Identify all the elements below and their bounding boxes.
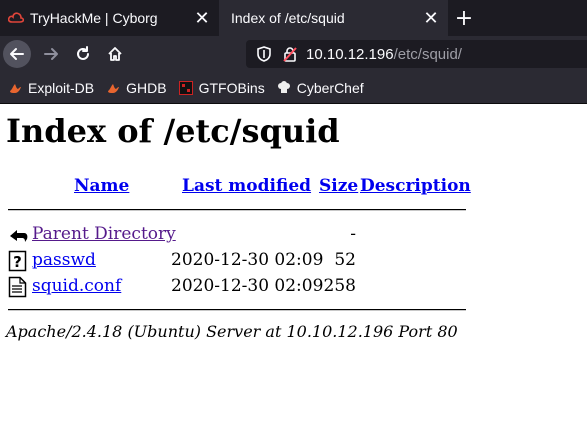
bookmark-label: GTFOBins: [198, 79, 265, 96]
bookmark-label: CyberChef: [296, 79, 364, 96]
row-date: 2020-12-30 02:09: [171, 276, 324, 296]
gtfobins-icon: [178, 80, 193, 95]
unknown-file-icon: ?: [8, 250, 28, 272]
reload-button[interactable]: [69, 40, 97, 68]
tab-title: TryHackMe | Cyborg: [30, 10, 158, 26]
table-row: ? passwd 2020-12-30 02:09 52: [6, 250, 466, 272]
arrow-right-icon: [44, 48, 58, 60]
sort-by-modified-link[interactable]: Last modified: [182, 176, 311, 196]
page-title: Index of /etc/squid: [6, 112, 340, 150]
back-icon: [8, 224, 28, 246]
sort-by-size-link[interactable]: Size: [319, 176, 358, 196]
new-tab-icon[interactable]: +: [452, 6, 476, 31]
navigation-bar: 10.10.12.196/etc/squid/: [0, 36, 587, 72]
row-date: 2020-12-30 02:09: [171, 250, 324, 270]
file-link-passwd[interactable]: passwd: [32, 250, 96, 270]
shield-icon[interactable]: [256, 46, 272, 62]
url-text: 10.10.12.196/etc/squid/: [306, 46, 462, 63]
bookmark-label: Exploit-DB: [28, 79, 95, 96]
bookmark-cyberchef[interactable]: CyberChef: [277, 80, 364, 96]
tab-bar: TryHackMe | Cyborg ✕ Index of /etc/squid…: [0, 0, 587, 36]
svg-text:?: ?: [13, 253, 22, 271]
divider: [8, 309, 466, 311]
row-size: 52: [334, 250, 356, 270]
close-tab-icon[interactable]: ✕: [191, 7, 213, 29]
cyberchef-icon: [277, 80, 291, 95]
text-file-icon: [8, 276, 28, 298]
close-tab-icon[interactable]: ✕: [420, 7, 442, 29]
reload-icon: [77, 46, 89, 60]
bookmark-label: GHDB: [126, 79, 167, 96]
tab-index-squid[interactable]: Index of /etc/squid ✕: [219, 0, 448, 36]
row-size: 258: [323, 276, 356, 296]
url-path: /etc/squid/: [393, 45, 462, 63]
file-link-squid-conf[interactable]: squid.conf: [32, 276, 121, 296]
bookmark-ghdb[interactable]: GHDB: [106, 79, 167, 96]
url-host: 10.10.12.196: [306, 45, 394, 63]
url-bar[interactable]: 10.10.12.196/etc/squid/: [246, 40, 587, 68]
arrow-left-icon: [10, 48, 24, 60]
server-signature: Apache/2.4.18 (Ubuntu) Server at 10.10.1…: [6, 322, 458, 341]
thm-logo-icon: [8, 10, 24, 26]
sort-by-name-link[interactable]: Name: [74, 176, 129, 196]
bookmark-exploit-db[interactable]: Exploit-DB: [8, 80, 94, 96]
back-button[interactable]: [3, 40, 31, 68]
bookmarks-bar: Exploit-DB GHDB GTFOBins CyberChef: [0, 72, 587, 104]
tab-title: Index of /etc/squid: [231, 10, 345, 26]
divider: [8, 209, 466, 211]
parent-directory-link[interactable]: Parent Directory: [32, 224, 176, 244]
home-icon: [108, 47, 122, 61]
row-size: -: [350, 224, 356, 244]
exploitdb-icon: [8, 81, 22, 95]
ghdb-icon: [106, 81, 120, 95]
home-button[interactable]: [101, 40, 129, 68]
tab-tryhackme[interactable]: TryHackMe | Cyborg ✕: [0, 0, 219, 36]
sort-by-description-link[interactable]: Description: [360, 176, 471, 196]
insecure-lock-icon[interactable]: [282, 46, 298, 62]
table-row: Parent Directory -: [6, 224, 466, 246]
page-content: Index of /etc/squid Name Last modified S…: [0, 104, 587, 442]
table-row: squid.conf 2020-12-30 02:09 258: [6, 276, 466, 298]
forward-button[interactable]: [37, 40, 65, 68]
bookmark-gtfobins[interactable]: GTFOBins: [178, 79, 265, 96]
